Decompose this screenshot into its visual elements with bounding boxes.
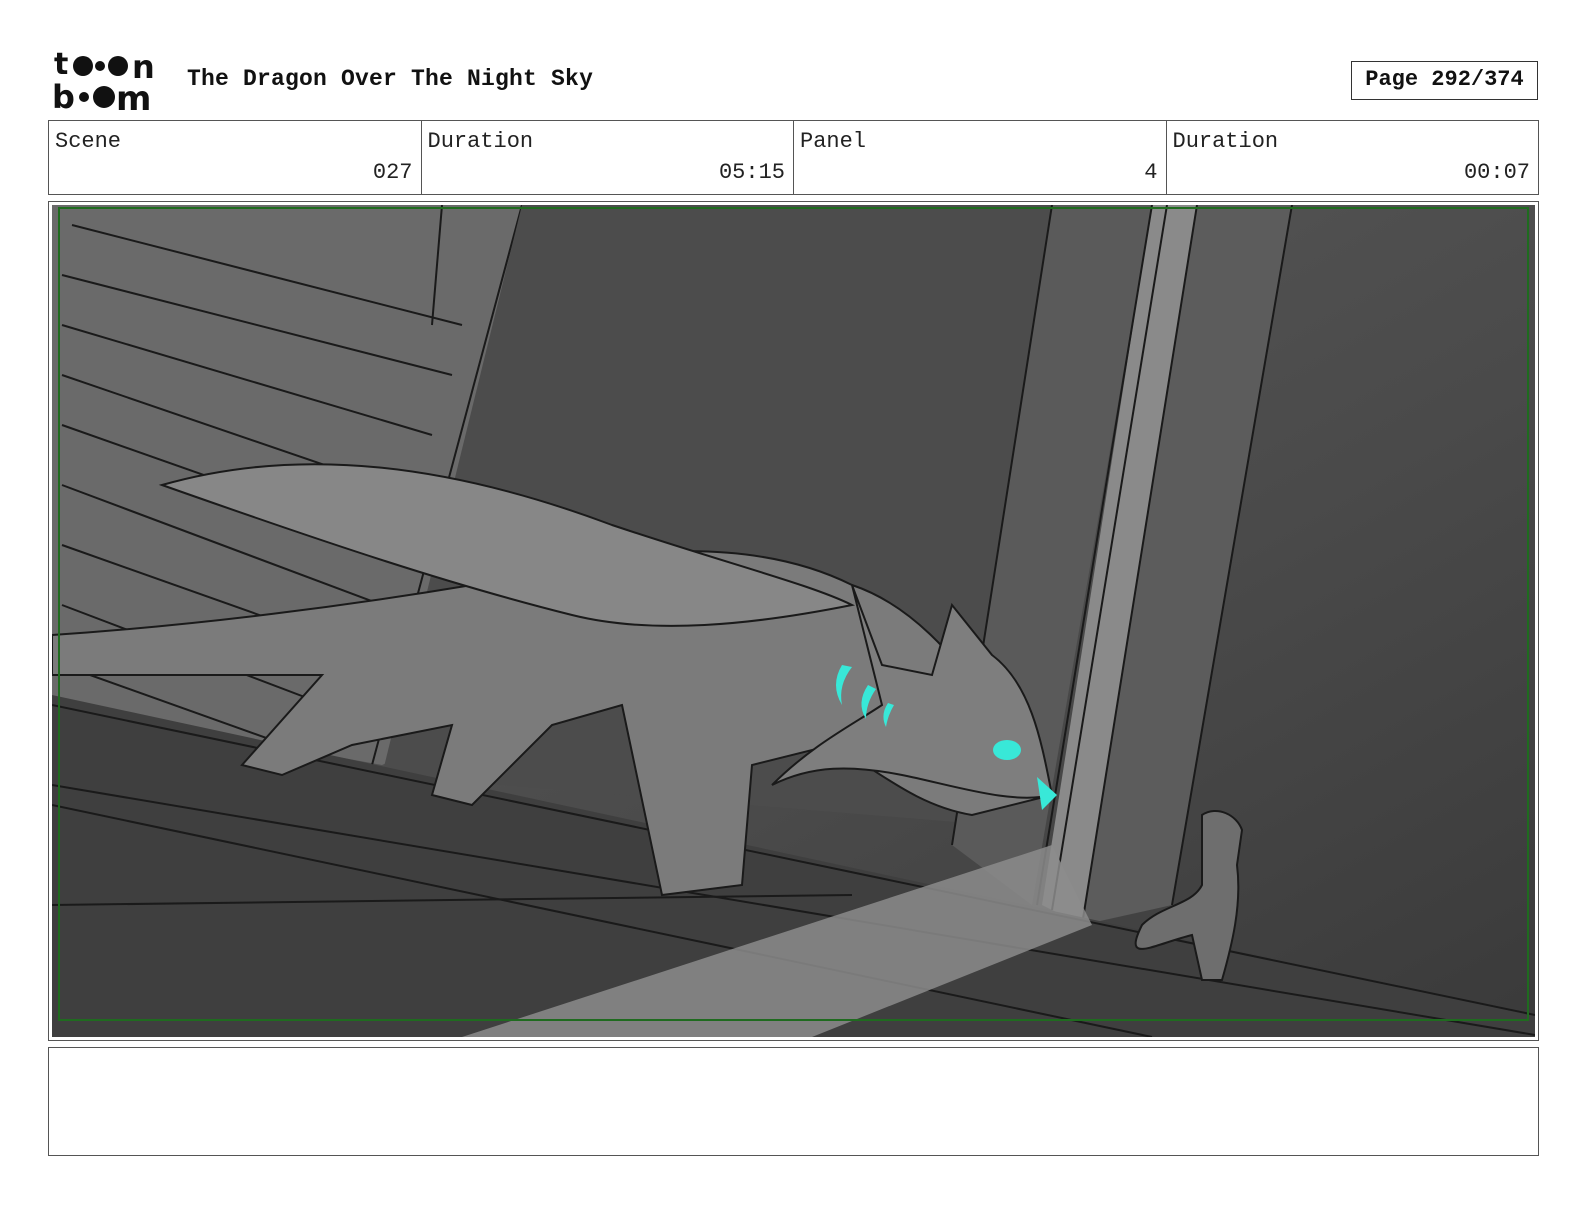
toon-boom-logo: t n b m	[52, 50, 155, 112]
scene-cell: Scene 027	[49, 121, 422, 194]
panel-info-bar: Scene 027 Duration 05:15 Panel 4 Duratio…	[48, 120, 1539, 195]
panel-duration-label: Duration	[1172, 129, 1279, 154]
page-indicator: Page 292/374	[1351, 61, 1538, 100]
storyboard-panel-image	[52, 205, 1535, 1037]
scene-duration-label: Duration	[427, 129, 534, 154]
project-title: The Dragon Over The Night Sky	[187, 66, 594, 92]
panel-cell: Panel 4	[794, 121, 1167, 194]
scene-duration-value: 05:15	[718, 160, 785, 185]
panel-value: 4	[1144, 160, 1158, 185]
notes-box	[48, 1047, 1539, 1156]
scene-label: Scene	[55, 129, 122, 154]
panel-duration-value: 00:07	[1463, 160, 1530, 185]
panel-duration-cell: Duration 00:07	[1167, 121, 1539, 194]
svg-text:b: b	[52, 78, 75, 112]
scene-duration-cell: Duration 05:15	[422, 121, 794, 194]
svg-text:m: m	[116, 79, 151, 112]
panel-label: Panel	[800, 129, 867, 154]
scene-value: 027	[372, 160, 413, 185]
